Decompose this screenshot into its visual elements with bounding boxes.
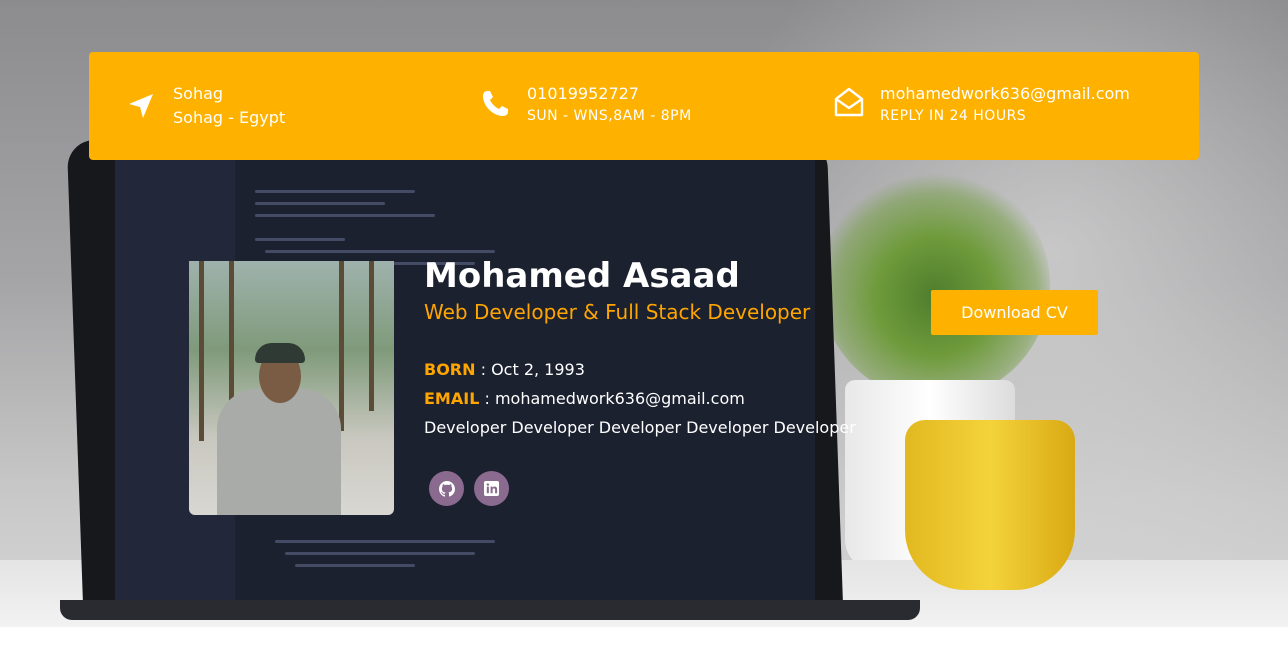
profile-title: Web Developer & Full Stack Developer	[424, 300, 811, 324]
email-reply-time: REPLY IN 24 HOURS	[880, 108, 1027, 124]
contact-phone: 01019952727 SUN - WNS,8AM - 8PM	[449, 52, 819, 160]
github-button[interactable]	[429, 471, 464, 506]
contact-bar: Sohag Sohag - Egypt 01019952727 SUN - WN…	[89, 52, 1199, 160]
linkedin-button[interactable]	[474, 471, 509, 506]
contact-location: Sohag Sohag - Egypt	[89, 52, 449, 160]
linkedin-icon	[484, 481, 499, 496]
contact-email: mohamedwork636@gmail.com REPLY IN 24 HOU…	[819, 52, 1199, 160]
phone-hours: SUN - WNS,8AM - 8PM	[527, 108, 692, 124]
location-arrow-icon	[129, 94, 153, 118]
email-info: EMAIL : mohamedwork636@gmail.com	[424, 389, 745, 408]
location-region: Sohag - Egypt	[173, 108, 286, 127]
github-icon	[438, 480, 455, 497]
born-info: BORN : Oct 2, 1993	[424, 360, 585, 379]
laptop-base	[60, 600, 920, 620]
yellow-cup-decoration	[905, 420, 1075, 590]
roles-text: Developer Developer Developer Developer …	[424, 418, 856, 437]
code-line	[255, 190, 415, 193]
photo-tree	[339, 261, 344, 431]
envelope-open-icon	[834, 87, 864, 117]
phone-icon	[483, 91, 508, 116]
email-address[interactable]: mohamedwork636@gmail.com	[880, 84, 1130, 103]
code-line	[255, 214, 435, 217]
born-value: : Oct 2, 1993	[475, 360, 585, 379]
plant-decoration	[820, 170, 1050, 400]
code-line	[275, 540, 495, 543]
code-line	[265, 250, 495, 253]
phone-number[interactable]: 01019952727	[527, 84, 639, 103]
email-value: : mohamedwork636@gmail.com	[479, 389, 745, 408]
code-line	[255, 238, 345, 241]
code-line	[295, 564, 415, 567]
location-city: Sohag	[173, 84, 224, 103]
photo-tree	[199, 261, 204, 441]
photo-person-body	[217, 389, 341, 515]
code-line	[285, 552, 475, 555]
code-line	[255, 202, 385, 205]
download-cv-button[interactable]: Download CV	[931, 290, 1098, 335]
photo-tree	[369, 261, 374, 411]
photo-person-cap	[255, 343, 305, 363]
born-label: BORN	[424, 360, 476, 379]
profile-photo	[189, 261, 394, 515]
email-label: EMAIL	[424, 389, 480, 408]
profile-name: Mohamed Asaad	[424, 256, 740, 296]
